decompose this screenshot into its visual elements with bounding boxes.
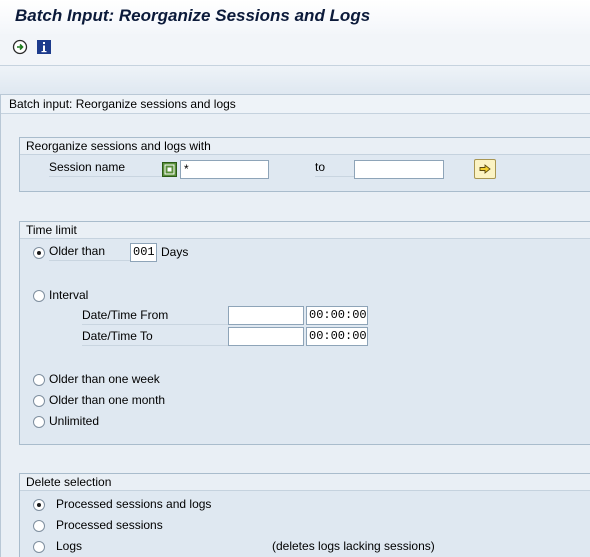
date-time-from-label: Date/Time From: [82, 308, 230, 325]
logs-radio[interactable]: [33, 541, 45, 553]
time-limit-group-title: Time limit: [20, 222, 590, 239]
multiple-selection-button[interactable]: [474, 159, 496, 179]
interval-label: Interval: [49, 288, 89, 302]
application-toolbar: [0, 34, 590, 66]
logs-label: Logs: [56, 539, 83, 553]
panel-title: Batch input: Reorganize sessions and log…: [1, 95, 590, 114]
interval-radio[interactable]: [33, 290, 45, 302]
unlimited-radio[interactable]: [33, 416, 45, 428]
date-to-input[interactable]: [228, 327, 304, 346]
info-icon[interactable]: [36, 39, 52, 55]
session-to-label: to: [315, 160, 355, 177]
processed-sessions-and-logs-radio[interactable]: [33, 499, 45, 511]
selection-screen-panel: Batch input: Reorganize sessions and log…: [0, 94, 590, 557]
execute-clock-icon[interactable]: [12, 39, 28, 55]
older-than-one-week-radio[interactable]: [33, 374, 45, 386]
older-than-one-month-radio[interactable]: [33, 395, 45, 407]
logs-note: (deletes logs lacking sessions): [272, 539, 435, 553]
multiple-selection-status-icon[interactable]: [162, 162, 177, 177]
window-title: Batch Input: Reorganize Sessions and Log…: [15, 6, 371, 25]
reorganize-group-title: Reorganize sessions and logs with: [20, 138, 590, 155]
processed-sessions-label: Processed sessions: [56, 518, 163, 532]
arrow-right-icon: [479, 163, 491, 175]
delete-selection-group: Delete selection Processed sessions and …: [19, 473, 590, 557]
date-time-to-label: Date/Time To: [82, 329, 230, 346]
older-than-radio[interactable]: [33, 247, 45, 259]
delete-selection-group-title: Delete selection: [20, 474, 590, 491]
toolbar-spacer: [0, 66, 590, 94]
date-from-input[interactable]: [228, 306, 304, 325]
older-than-label: Older than: [49, 244, 130, 261]
session-name-label: Session name: [49, 160, 164, 177]
older-than-days-input[interactable]: 001: [130, 243, 157, 262]
days-label: Days: [161, 245, 189, 259]
reorganize-group: Reorganize sessions and logs with Sessio…: [19, 137, 590, 192]
session-name-input[interactable]: *: [180, 160, 269, 179]
time-limit-group: Time limit Older than 001 Days Interval …: [19, 221, 590, 445]
unlimited-label: Unlimited: [49, 414, 100, 428]
title-bar: Batch Input: Reorganize Sessions and Log…: [0, 0, 590, 34]
processed-sessions-radio[interactable]: [33, 520, 45, 532]
older-than-one-week-label: Older than one week: [49, 372, 160, 386]
time-from-input[interactable]: 00:00:00: [306, 306, 368, 325]
processed-sessions-and-logs-label: Processed sessions and logs: [56, 497, 212, 511]
session-name-to-input[interactable]: [354, 160, 444, 179]
older-than-one-month-label: Older than one month: [49, 393, 166, 407]
time-to-input[interactable]: 00:00:00: [306, 327, 368, 346]
